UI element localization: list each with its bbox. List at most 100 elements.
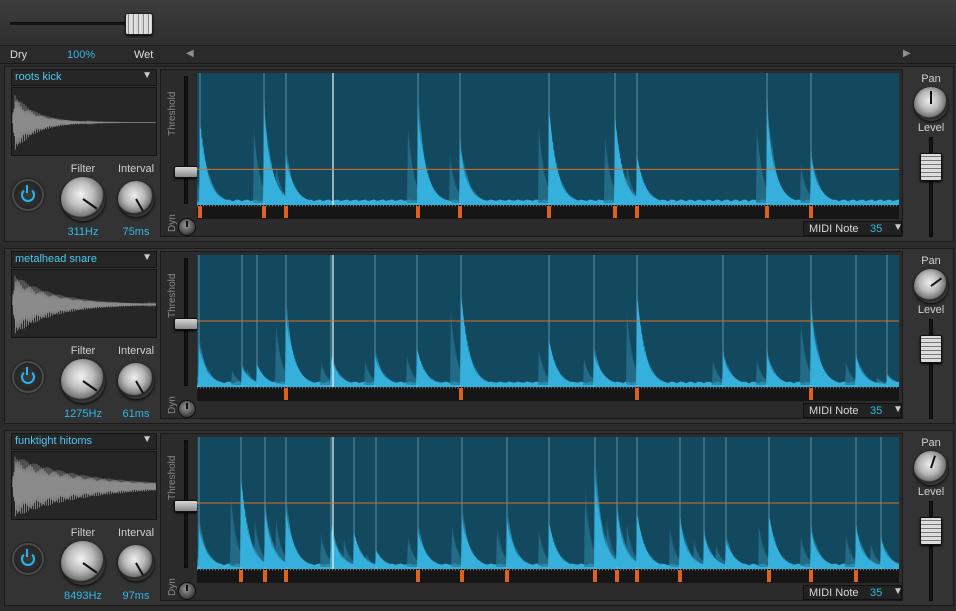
interval-knob[interactable] <box>118 363 154 399</box>
onset-waveform[interactable] <box>197 437 899 569</box>
filter-knob[interactable] <box>61 359 105 403</box>
dyn-knob[interactable] <box>178 400 196 418</box>
trigger-marker[interactable] <box>505 570 509 582</box>
trigger-tick <box>665 205 666 207</box>
trigger-tick <box>602 387 603 389</box>
trigger-tick <box>479 387 480 389</box>
trigger-tick <box>821 387 822 389</box>
trigger-tick <box>587 387 588 389</box>
trigger-tick <box>686 387 687 389</box>
sample-name: metalhead snare <box>15 253 97 265</box>
power-button[interactable] <box>12 543 44 575</box>
threshold-slider-track[interactable] <box>184 76 188 204</box>
trigger-tick <box>740 569 741 571</box>
trigger-marker[interactable] <box>809 388 813 400</box>
scroll-left-icon[interactable]: ◀ <box>186 48 194 59</box>
filter-value: 8493Hz <box>64 590 102 602</box>
trigger-marker[interactable] <box>593 570 597 582</box>
trigger-marker[interactable] <box>678 570 682 582</box>
dropdown-arrow-icon[interactable]: ▼ <box>893 586 903 597</box>
threshold-slider-thumb[interactable] <box>174 318 198 330</box>
trigger-marker[interactable] <box>262 206 266 218</box>
scroll-right-icon[interactable]: ▶ <box>903 48 911 59</box>
trigger-tick <box>533 569 534 571</box>
threshold-slider-thumb[interactable] <box>174 166 198 179</box>
level-fader-thumb[interactable] <box>920 335 942 363</box>
trigger-tick <box>632 387 633 389</box>
trigger-tick <box>863 569 864 571</box>
onset-waveform[interactable] <box>197 255 899 387</box>
pan-knob[interactable] <box>914 451 948 485</box>
trigger-marker[interactable] <box>459 388 463 400</box>
hit-peak <box>285 146 320 203</box>
trigger-tick <box>596 205 597 207</box>
sample-select[interactable]: funktight hitoms ▼ <box>11 433 157 450</box>
power-button[interactable] <box>12 179 44 211</box>
trigger-tick <box>794 387 795 389</box>
level-fader-track[interactable] <box>929 501 933 601</box>
trigger-marker[interactable] <box>239 570 243 582</box>
interval-knob[interactable] <box>118 181 154 217</box>
trigger-tick <box>755 387 756 389</box>
filter-knob[interactable] <box>61 541 105 585</box>
trigger-marker[interactable] <box>635 206 639 218</box>
trigger-tick <box>710 387 711 389</box>
filter-knob[interactable] <box>61 177 105 221</box>
trigger-marker[interactable] <box>416 570 420 582</box>
trigger-marker[interactable] <box>416 206 420 218</box>
trigger-marker[interactable] <box>547 206 551 218</box>
hit-peak <box>725 533 760 567</box>
trigger-marker[interactable] <box>854 570 858 582</box>
trigger-tick <box>587 205 588 207</box>
threshold-slider-thumb[interactable] <box>174 500 198 512</box>
trigger-marker[interactable] <box>284 206 288 218</box>
interval-knob[interactable] <box>118 545 154 581</box>
trigger-marker[interactable] <box>809 570 813 582</box>
trigger-marker[interactable] <box>460 570 464 582</box>
level-fader-track[interactable] <box>929 319 933 419</box>
dropdown-arrow-icon[interactable]: ▼ <box>142 434 152 445</box>
trigger-marker[interactable] <box>458 206 462 218</box>
trigger-marker[interactable] <box>613 206 617 218</box>
trigger-marker[interactable] <box>635 570 639 582</box>
dry-label: Dry <box>10 49 28 61</box>
dry-wet-slider-thumb[interactable] <box>125 13 153 35</box>
trigger-tick <box>398 387 399 389</box>
sample-select[interactable]: metalhead snare ▼ <box>11 251 157 268</box>
trigger-marker[interactable] <box>765 206 769 218</box>
midi-note-select[interactable]: MIDI Note 35 ▼ <box>803 221 903 236</box>
dropdown-arrow-icon[interactable]: ▼ <box>142 70 152 81</box>
trigger-tick <box>719 387 720 389</box>
level-fader-thumb[interactable] <box>920 153 942 181</box>
trigger-marker[interactable] <box>198 206 202 218</box>
onset-waveform[interactable] <box>197 73 899 205</box>
trigger-marker[interactable] <box>635 388 639 400</box>
level-fader-track[interactable] <box>929 137 933 237</box>
trigger-marker[interactable] <box>809 206 813 218</box>
midi-note-select[interactable]: MIDI Note 35 ▼ <box>803 403 903 418</box>
level-fader-thumb[interactable] <box>920 517 942 545</box>
midi-note-select[interactable]: MIDI Note 35 ▼ <box>803 585 903 600</box>
pan-knob[interactable] <box>914 87 948 121</box>
trigger-marker[interactable] <box>263 570 267 582</box>
trigger-tick <box>827 205 828 207</box>
interval-value: 97ms <box>122 590 150 602</box>
dyn-knob[interactable] <box>178 218 196 236</box>
trigger-tick <box>422 569 423 571</box>
dropdown-arrow-icon[interactable]: ▼ <box>142 252 152 263</box>
trigger-marker[interactable] <box>767 570 771 582</box>
trigger-marker[interactable] <box>615 570 619 582</box>
dropdown-arrow-icon[interactable]: ▼ <box>893 222 903 233</box>
trigger-tick <box>734 205 735 207</box>
trigger-tick <box>818 569 819 571</box>
trigger-marker[interactable] <box>284 388 288 400</box>
drum-track: roots kick ▼ Filter 311Hz Interval 75ms … <box>4 66 954 242</box>
sample-select[interactable]: roots kick ▼ <box>11 69 157 86</box>
dyn-knob[interactable] <box>178 582 196 600</box>
trigger-tick <box>452 387 453 389</box>
dropdown-arrow-icon[interactable]: ▼ <box>893 404 903 415</box>
power-button[interactable] <box>12 361 44 393</box>
trigger-tick <box>503 205 504 207</box>
pan-knob[interactable] <box>914 269 948 303</box>
trigger-marker[interactable] <box>284 570 288 582</box>
